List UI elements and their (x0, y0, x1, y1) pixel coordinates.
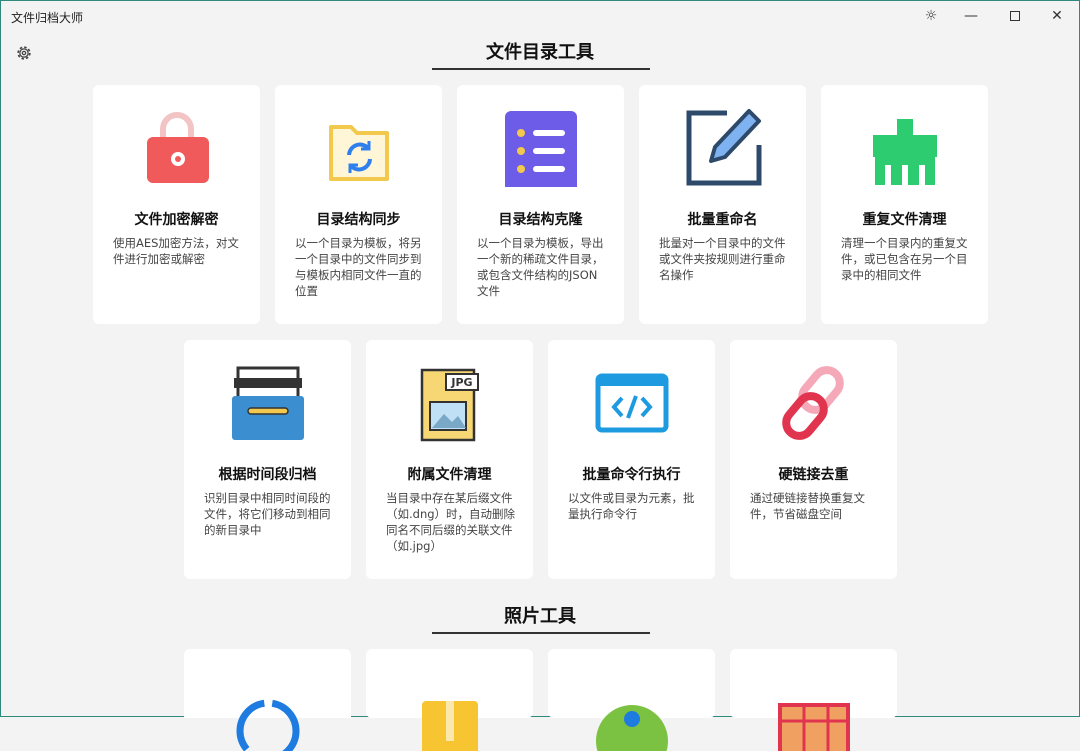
tool-desc: 使用AES加密方法，对文件进行加密或解密 (113, 235, 243, 267)
tool-desc: 批量对一个目录中的文件或文件夹按规则进行重命名操作 (659, 235, 789, 283)
minimize-button[interactable]: — (951, 1, 991, 31)
close-icon: ✕ (1051, 8, 1063, 24)
edit-pencil-icon (683, 107, 763, 187)
section-title-photo-tools: 照片工具 (1, 602, 1079, 628)
minimize-icon: — (964, 8, 978, 24)
tool-title: 目录结构同步 (275, 209, 442, 229)
tool-title: 文件加密解密 (93, 209, 260, 229)
tool-desc: 以一个目录为模板，导出一个新的稀疏文件目录，或包含文件结构的JSON文件 (477, 235, 607, 299)
section-divider (432, 632, 650, 634)
close-button[interactable]: ✕ (1037, 1, 1077, 31)
photo-tool-card[interactable] (184, 649, 351, 718)
sun-icon: ☼ (925, 8, 938, 24)
code-window-icon (592, 362, 672, 442)
tool-card-time-archive[interactable]: 根据时间段归档 识别目录中相同时间段的文件，将它们移动到相同的新目录中 (184, 340, 351, 579)
tool-title: 硬链接去重 (730, 464, 897, 484)
jpg-file-icon: JPG (410, 362, 490, 442)
tool-card-batch-rename[interactable]: 批量重命名 批量对一个目录中的文件或文件夹按规则进行重命名操作 (639, 85, 806, 324)
tool-title: 批量命令行执行 (548, 464, 715, 484)
tool-title: 目录结构克隆 (457, 209, 624, 229)
tool-desc: 以文件或目录为元素，批量执行命令行 (568, 490, 698, 522)
tool-desc: 以一个目录为模板，将另一个目录中的文件同步到与模板内相同文件一直的位置 (295, 235, 425, 299)
tool-card-dir-clone[interactable]: 目录结构克隆 以一个目录为模板，导出一个新的稀疏文件目录，或包含文件结构的JSO… (457, 85, 624, 324)
rotate-clock-icon (228, 671, 308, 751)
tool-card-hardlink-dedup[interactable]: 硬链接去重 通过硬链接替换重复文件，节省磁盘空间 (730, 340, 897, 579)
section-divider (432, 68, 650, 70)
section-title-file-tools: 文件目录工具 (1, 38, 1079, 64)
lock-icon (137, 107, 217, 187)
map-location-icon (592, 671, 672, 751)
tool-card-encrypt[interactable]: 文件加密解密 使用AES加密方法，对文件进行加密或解密 (93, 85, 260, 324)
zip-file-icon (410, 671, 490, 751)
app-title: 文件归档大师 (11, 9, 83, 26)
tool-desc: 当目录中存在某后缀文件（如.dng）时，自动删除同名不同后缀的关联文件（如.jp… (386, 490, 516, 554)
map-grid-icon (774, 671, 854, 751)
tool-card-dir-sync[interactable]: 目录结构同步 以一个目录为模板，将另一个目录中的文件同步到与模板内相同文件一直的… (275, 85, 442, 324)
tool-desc: 清理一个目录内的重复文件，或已包含在另一个目录中的相同文件 (841, 235, 971, 283)
tool-card-attached-clean[interactable]: JPG 附属文件清理 当目录中存在某后缀文件（如.dng）时，自动删除同名不同后… (366, 340, 533, 579)
tool-card-batch-command[interactable]: 批量命令行执行 以文件或目录为元素，批量执行命令行 (548, 340, 715, 579)
title-bar: 文件归档大师 ☼ — ✕ (1, 1, 1079, 31)
tool-title: 根据时间段归档 (184, 464, 351, 484)
archive-drawer-icon (228, 362, 308, 442)
maximize-icon (1010, 11, 1020, 21)
tool-desc: 通过硬链接替换重复文件，节省磁盘空间 (750, 490, 880, 522)
photo-tool-card[interactable] (548, 649, 715, 718)
tool-card-duplicate-clean[interactable]: 重复文件清理 清理一个目录内的重复文件，或已包含在另一个目录中的相同文件 (821, 85, 988, 324)
broom-cleaner-icon (865, 107, 945, 187)
tool-title: 重复文件清理 (821, 209, 988, 229)
maximize-button[interactable] (995, 1, 1035, 31)
list-document-icon (501, 107, 581, 187)
jpg-label: JPG (450, 376, 472, 389)
photo-tool-card[interactable] (730, 649, 897, 718)
tool-title: 批量重命名 (639, 209, 806, 229)
folder-sync-icon (319, 107, 399, 187)
theme-toggle-button[interactable]: ☼ (911, 1, 951, 31)
tool-title: 附属文件清理 (366, 464, 533, 484)
tool-desc: 识别目录中相同时间段的文件，将它们移动到相同的新目录中 (204, 490, 334, 538)
photo-tool-card[interactable] (366, 649, 533, 718)
link-chain-icon (774, 362, 854, 442)
